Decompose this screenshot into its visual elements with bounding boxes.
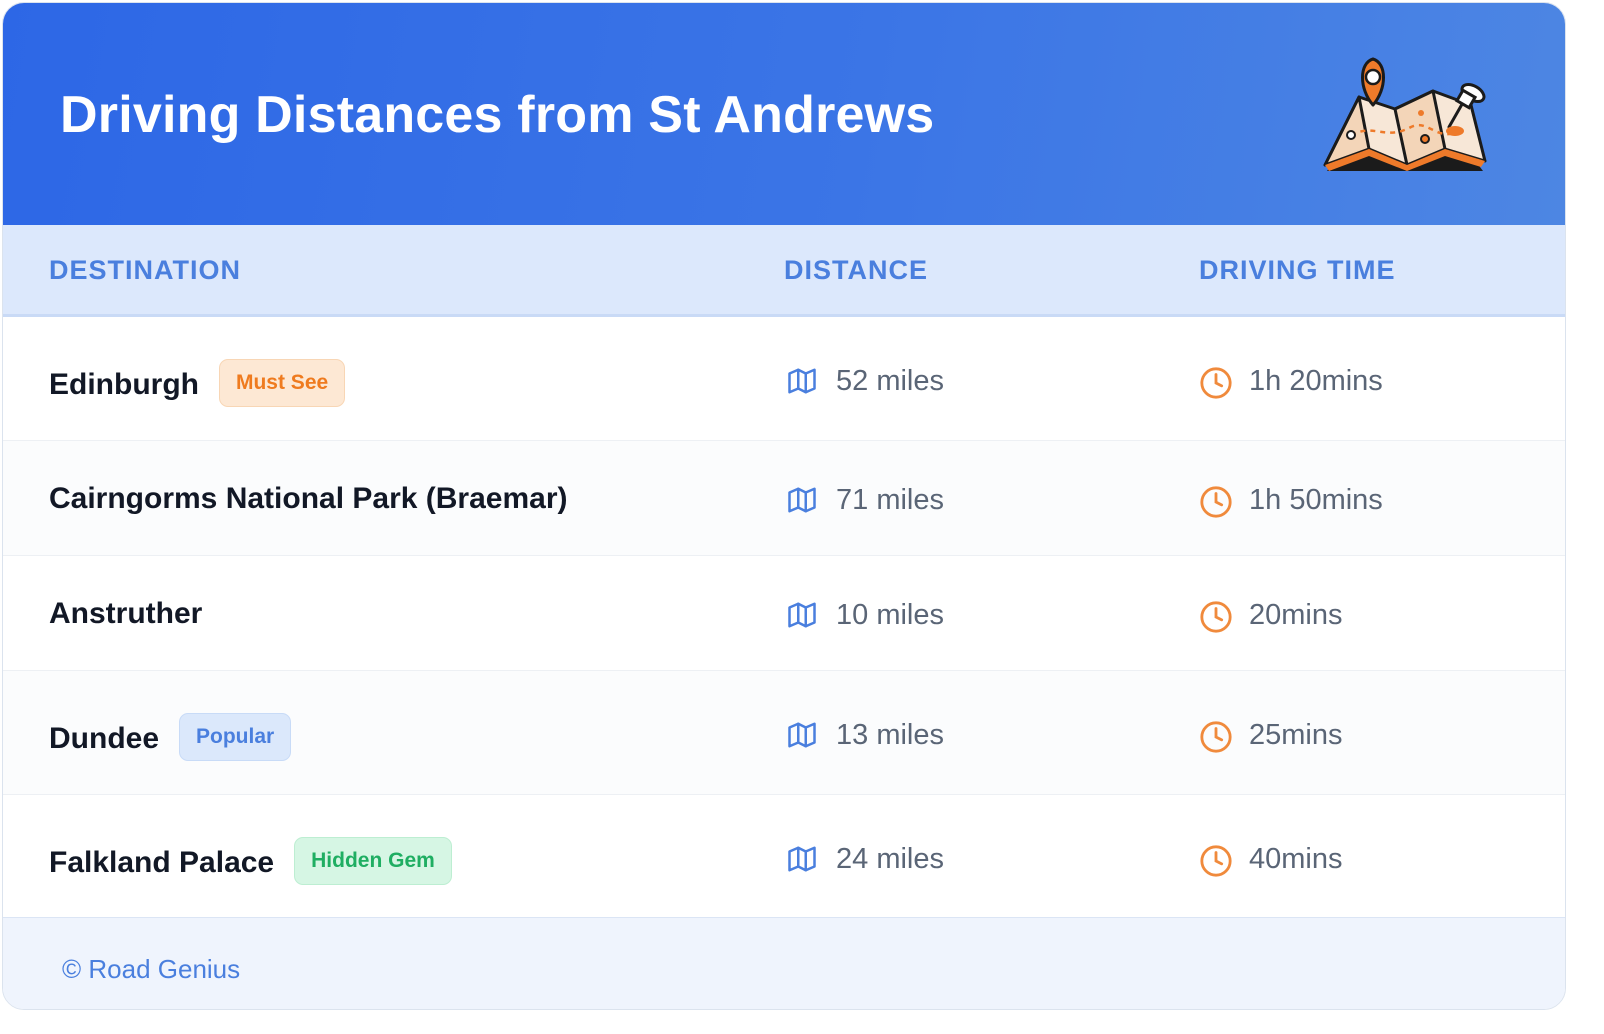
distance-value: 24 miles [836,843,944,875]
time-cell: 40mins [1199,843,1499,883]
destination-name: Dundee [49,721,160,755]
page-title: Driving Distances from St Andrews [60,86,935,144]
popular-badge: Popular [179,713,292,761]
destination-cell: Edinburgh Must See [49,359,346,410]
clock-icon [1200,721,1232,753]
time-cell: 1h 50mins [1199,484,1499,524]
time-value: 40mins [1249,843,1343,875]
table-column-headers: DESTINATION DISTANCE DRIVING TIME [3,225,1565,317]
table-row: Edinburgh Must See 52 miles 1h 20mins [3,317,1565,441]
destination-cell: Falkland Palace Hidden Gem [49,837,452,888]
clock-icon [1200,367,1232,399]
destination-name: Falkland Palace [49,845,275,879]
column-header-distance: DISTANCE [784,255,929,285]
distance-value: 52 miles [836,365,944,397]
table-row: Falkland Palace Hidden Gem 24 miles 40min… [3,795,1565,917]
distance-value: 13 miles [836,719,944,751]
column-header-driving-time: DRIVING TIME [1199,255,1396,285]
clock-icon [1200,486,1232,518]
map-icon [788,722,816,748]
destination-cell: Dundee Popular [49,713,292,764]
destination-cell: Cairngorms National Park (Braemar) [49,482,568,516]
table-row: Anstruther 10 miles 20mins [3,556,1565,671]
map-icon [788,368,816,394]
table-header-banner: Driving Distances from St Andrews [3,3,1565,225]
footer: © Road Genius [3,917,1565,1009]
time-cell: 1h 20mins [1199,365,1499,405]
destination-name: Edinburgh [49,367,199,401]
table-row: Cairngorms National Park (Braemar) 71 mi… [3,441,1565,556]
must-see-badge: Must See [218,359,346,407]
time-value: 1h 50mins [1249,484,1383,516]
map-icon [788,846,816,872]
destination-name: Anstruther [49,597,203,630]
distance-cell: 13 miles [786,719,1086,759]
time-value: 1h 20mins [1249,365,1383,397]
column-header-destination: DESTINATION [49,255,241,285]
distance-cell: 52 miles [786,365,1086,405]
map-icon [788,602,816,628]
destination-name: Cairngorms National Park (Braemar) [49,482,568,515]
distance-cell: 24 miles [786,843,1086,883]
map-icon [788,487,816,513]
hidden-gem-badge: Hidden Gem [294,837,452,885]
distance-value: 10 miles [836,599,944,631]
distance-cell: 71 miles [786,484,1086,524]
distance-table-card: Driving Distances from St Andrews DESTIN… [2,2,1566,1010]
map-pin-illustration-icon [1323,57,1487,171]
distance-cell: 10 miles [786,599,1086,639]
clock-icon [1200,845,1232,877]
time-value: 25mins [1249,719,1343,751]
distance-value: 71 miles [836,484,944,516]
clock-icon [1200,601,1232,633]
table-row: Dundee Popular 13 miles 25mins [3,671,1565,795]
time-cell: 20mins [1199,599,1499,639]
footer-credit: © Road Genius [62,954,241,984]
time-value: 20mins [1249,599,1343,631]
destination-cell: Anstruther [49,597,202,631]
time-cell: 25mins [1199,719,1499,759]
